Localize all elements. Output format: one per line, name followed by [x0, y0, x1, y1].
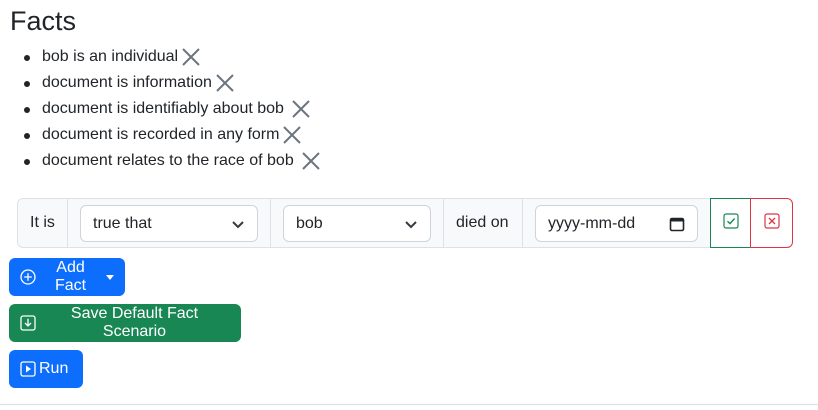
- fact-text: bob is an individual: [42, 48, 179, 65]
- caret-down-icon: [106, 274, 114, 280]
- truth-select[interactable]: true that: [80, 205, 258, 242]
- predicate-label: died on: [456, 214, 509, 231]
- run-button[interactable]: Run: [9, 350, 83, 388]
- remove-fact-icon[interactable]: [214, 72, 236, 94]
- remove-fact-icon[interactable]: [180, 46, 202, 68]
- plus-circle-icon: [20, 269, 36, 285]
- prefix-label: It is: [30, 214, 55, 231]
- chevron-down-icon: [231, 218, 245, 230]
- subject-select[interactable]: bob: [283, 205, 431, 242]
- fact-text: document relates to the race of bob: [42, 152, 294, 169]
- facts-list: bob is an individual document is informa…: [22, 44, 322, 174]
- fact-text: document is information: [42, 74, 212, 91]
- fact-item: document relates to the race of bob: [22, 148, 322, 174]
- cancel-fact-button[interactable]: [750, 198, 793, 248]
- date-input[interactable]: yyyy-mm-dd: [535, 205, 698, 242]
- truth-select-value: true that: [93, 214, 152, 232]
- fact-item: document is identifiably about bob: [22, 96, 322, 122]
- fact-text: document is identifiably about bob: [42, 100, 284, 117]
- confirm-fact-button[interactable]: [710, 198, 751, 248]
- date-placeholder: yyyy-mm-dd: [548, 214, 636, 232]
- remove-fact-icon[interactable]: [281, 124, 303, 146]
- add-fact-button[interactable]: Add Fact: [9, 258, 125, 296]
- fact-text: document is recorded in any form: [42, 126, 280, 143]
- page-title: Facts: [10, 6, 77, 36]
- remove-fact-icon[interactable]: [290, 98, 312, 120]
- x-square-icon: [763, 212, 780, 234]
- calendar-icon[interactable]: [669, 216, 685, 232]
- chevron-down-icon: [404, 218, 418, 230]
- play-icon: [20, 361, 36, 377]
- subject-select-value: bob: [296, 214, 323, 232]
- divider: [0, 404, 818, 405]
- add-fact-label: Add Fact: [54, 259, 87, 294]
- check-square-icon: [722, 212, 739, 234]
- remove-fact-icon[interactable]: [300, 150, 322, 172]
- save-default-scenario-button[interactable]: Save Default Fact Scenario: [9, 304, 241, 342]
- fact-item: document is recorded in any form: [22, 122, 322, 148]
- fact-item: document is information: [22, 70, 322, 96]
- fact-item: bob is an individual: [22, 44, 322, 70]
- save-default-label: Save Default Fact Scenario: [70, 305, 199, 340]
- run-label: Run: [39, 360, 69, 377]
- download-icon: [20, 315, 36, 331]
- new-fact-form: It is true that bob died on yyyy-mm-dd: [17, 198, 793, 250]
